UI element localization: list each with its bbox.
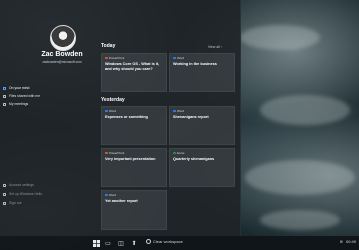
start-button[interactable] bbox=[92, 239, 100, 247]
card-title: Expenses or something bbox=[105, 115, 148, 119]
view-all-label: View all bbox=[207, 45, 220, 49]
view-all-link[interactable]: View all › bbox=[208, 45, 222, 49]
ocean-foam bbox=[260, 210, 340, 230]
sign-out-icon bbox=[3, 201, 6, 205]
nav-item-label: Sign out bbox=[9, 201, 22, 205]
nav-item-label: Set up Windows Hello bbox=[9, 192, 43, 196]
word-icon bbox=[105, 193, 108, 197]
card-title: Yet another report bbox=[105, 199, 138, 203]
card-app: Word bbox=[173, 109, 184, 113]
nav-item-label: My meetings bbox=[9, 102, 29, 106]
ocean-foam bbox=[260, 95, 350, 125]
word-icon bbox=[173, 109, 176, 113]
recent-card[interactable]: PowerPoint Windows Core OS - What is it,… bbox=[101, 53, 167, 92]
store-icon[interactable]: ◫ bbox=[117, 239, 125, 247]
wifi-icon[interactable]: ≋ bbox=[340, 239, 343, 244]
taskbar: ▭ ◫ ⬆ Clear workspace ≋ 00:49 bbox=[0, 236, 359, 250]
today-heading: Today bbox=[101, 43, 116, 49]
ring-icon bbox=[146, 239, 151, 244]
recent-card[interactable]: Word Working in the business bbox=[169, 53, 235, 92]
nav-item-label: On your mind bbox=[9, 86, 30, 90]
shared-files-icon bbox=[3, 94, 6, 98]
profile-avatar[interactable] bbox=[50, 25, 76, 51]
gear-icon bbox=[3, 183, 6, 187]
nav-item-sign-out[interactable]: Sign out bbox=[3, 200, 21, 206]
nav-item-files-shared[interactable]: Files shared with me bbox=[3, 93, 40, 99]
card-app: PowerPoint bbox=[105, 151, 124, 155]
recent-card[interactable]: Word Yet another report bbox=[101, 190, 167, 230]
recent-card[interactable]: PowerPoint Very important presentation bbox=[101, 148, 167, 187]
recent-card[interactable]: Word Expenses or something bbox=[101, 106, 167, 145]
card-app: Word bbox=[105, 109, 116, 113]
card-app: Word bbox=[173, 56, 184, 60]
powerpoint-icon bbox=[105, 151, 108, 155]
word-icon bbox=[173, 56, 176, 60]
card-title: Quarterly shenanigans bbox=[173, 157, 215, 161]
card-title: Working in the business bbox=[173, 62, 217, 66]
mind-icon bbox=[3, 86, 6, 90]
profile-sidebar: Zac Bowden zacbowden@microsoft.com On yo… bbox=[0, 0, 93, 236]
clear-workspace-button[interactable]: Clear workspace bbox=[146, 239, 183, 244]
card-app: Excel bbox=[173, 151, 184, 155]
word-icon bbox=[105, 109, 108, 113]
ocean-foam bbox=[245, 160, 355, 195]
folder-icon[interactable]: ▭ bbox=[104, 239, 112, 247]
calendar-icon bbox=[3, 102, 6, 106]
card-title: Windows Core OS - What is it, and why sh… bbox=[105, 62, 160, 71]
nav-item-windows-hello[interactable]: Set up Windows Hello bbox=[3, 191, 42, 197]
card-title: Shenanigans report bbox=[173, 115, 209, 119]
nav-item-account-settings[interactable]: Account settings bbox=[3, 182, 34, 188]
ocean-foam bbox=[240, 25, 320, 50]
face-icon bbox=[3, 192, 6, 196]
card-app: Word bbox=[105, 193, 116, 197]
time[interactable]: 00:49 bbox=[346, 239, 356, 244]
recent-card[interactable]: Excel Quarterly shenanigans bbox=[169, 148, 235, 187]
start-panel: Zac Bowden zacbowden@microsoft.com On yo… bbox=[0, 0, 241, 236]
card-app: PowerPoint bbox=[105, 56, 124, 60]
nav-item-label: Account settings bbox=[9, 183, 34, 187]
clear-workspace-label: Clear workspace bbox=[153, 239, 183, 244]
pin-icon[interactable]: ⬆ bbox=[130, 239, 138, 247]
nav-item-my-meetings[interactable]: My meetings bbox=[3, 101, 28, 107]
yesterday-heading: Yesterday bbox=[101, 97, 125, 103]
system-tray: ≋ 00:49 bbox=[340, 239, 356, 244]
nav-item-on-your-mind[interactable]: On your mind bbox=[3, 85, 29, 91]
excel-icon bbox=[173, 151, 176, 155]
powerpoint-icon bbox=[105, 56, 108, 60]
nav-item-label: Files shared with me bbox=[9, 94, 41, 98]
recent-card[interactable]: Word Shenanigans report bbox=[169, 106, 235, 145]
card-title: Very important presentation bbox=[105, 157, 156, 161]
windows-icon bbox=[92, 239, 100, 247]
